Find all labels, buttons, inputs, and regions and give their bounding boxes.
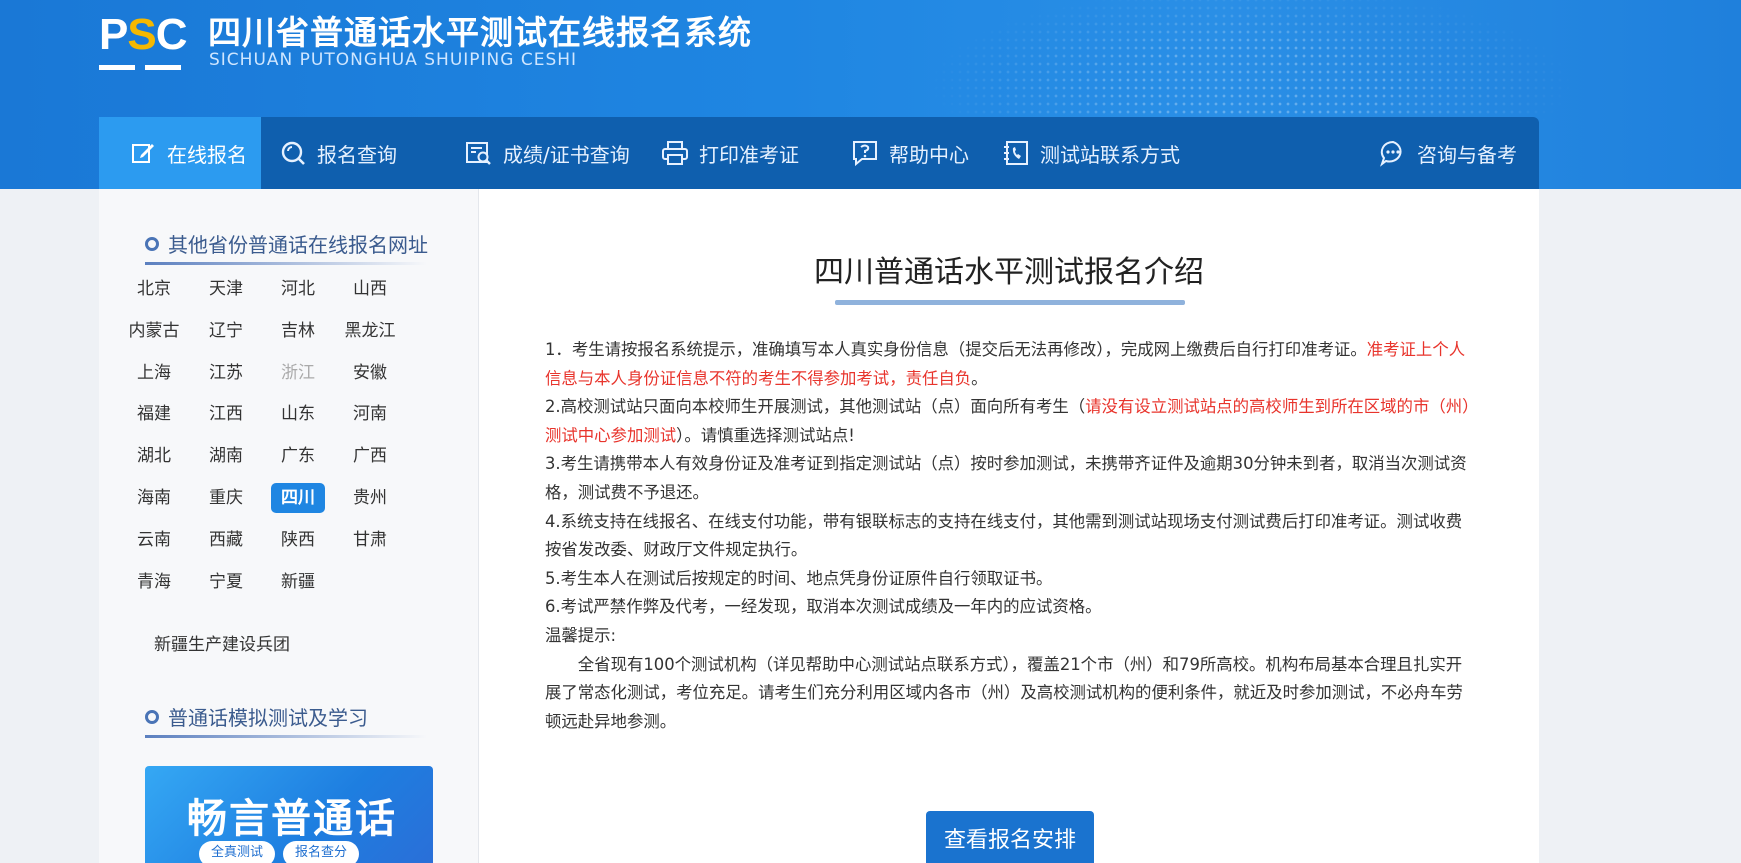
province-link[interactable]: 西藏 <box>199 525 253 555</box>
view-registration-schedule-button[interactable]: 查看报名安排 <box>926 811 1094 863</box>
circle-bullet-icon <box>145 236 159 251</box>
province-link[interactable]: 河南 <box>343 399 397 429</box>
province-link[interactable]: 黑龙江 <box>343 316 397 346</box>
notice-item-2: 2.高校测试站只面向本校师生开展测试，其他测试站（点）面向所有考生（请没有设立测… <box>545 397 1471 445</box>
province-link[interactable]: 吉林 <box>271 316 325 346</box>
main-nav: 在线报名 报名查询 成绩/证书查询 打印准考证 帮助中心 测试站联系方式 咨询与… <box>99 117 1539 189</box>
province-link[interactable]: 福建 <box>127 399 181 429</box>
banner-mock-test-button[interactable]: 全真测试 <box>199 841 276 863</box>
province-link[interactable]: 甘肃 <box>343 525 397 555</box>
provinces-heading: 其他省份普通话在线报名网址 <box>145 229 428 258</box>
province-link[interactable]: 上海 <box>127 358 181 388</box>
printer-icon <box>662 141 688 165</box>
nav-score-certificate-query[interactable]: 成绩/证书查询 <box>465 117 630 189</box>
province-link[interactable]: 江西 <box>199 399 253 429</box>
help-icon <box>853 141 877 167</box>
province-link[interactable]: 河北 <box>271 274 325 304</box>
province-link[interactable]: 广西 <box>343 441 397 471</box>
nav-label: 帮助中心 <box>889 142 969 167</box>
certificate-search-icon <box>466 142 491 165</box>
chat-icon <box>1380 140 1402 167</box>
province-link[interactable]: 山东 <box>271 399 325 429</box>
province-link[interactable]: 内蒙古 <box>127 316 181 346</box>
province-link[interactable]: 安徽 <box>343 358 397 388</box>
banner-title: 畅言普通话 <box>187 796 397 842</box>
notice-item-1: 1．考生请按报名系统提示，准确填写本人真实身份信息（提交后无法再修改），完成网上… <box>545 340 1466 388</box>
study-heading: 普通话模拟测试及学习 <box>145 702 368 731</box>
main-content-panel: 其他省份普通话在线报名网址 北京 天津 河北 山西内蒙古 辽宁 吉林 黑龙江上海 江苏 浙江 安徽… <box>99 189 1539 863</box>
province-link[interactable]: 北京 <box>127 274 181 304</box>
province-link[interactable]: 辽宁 <box>199 316 253 346</box>
notice-text: 1．考生请按报名系统提示，准确填写本人真实身份信息（提交后无法再修改），完成网上… <box>545 336 1475 736</box>
nav-test-station-contacts[interactable]: 测试站联系方式 <box>1002 117 1180 189</box>
nav-label: 测试站联系方式 <box>1040 142 1180 167</box>
site-subtitle: SICHUAN PUTONGHUA SHUIPING CESHI <box>209 50 578 70</box>
nav-label: 咨询与备考 <box>1417 142 1517 167</box>
heading-underline <box>145 735 427 738</box>
logo-text: PSC <box>99 10 187 59</box>
province-link[interactable]: 青海 <box>127 567 181 597</box>
nav-online-registration[interactable]: 在线报名 <box>99 117 261 189</box>
changyan-putonghua-banner[interactable]: 畅言普通话 全真测试 报名查分 <box>145 766 433 863</box>
province-link[interactable]: 湖南 <box>199 441 253 471</box>
notice-item-4: 4.系统支持在线报名、在线支付功能，带有银联标志的支持在线支付，其他需到测试站现… <box>545 511 1463 560</box>
nav-consult-and-prep[interactable]: 咨询与备考 <box>1379 117 1517 189</box>
sidebar: 其他省份普通话在线报名网址 北京 天津 河北 山西内蒙古 辽宁 吉林 黑龙江上海 江苏 浙江 安徽… <box>99 189 479 863</box>
province-link[interactable]: 宁夏 <box>199 567 253 597</box>
province-link[interactable]: 新疆生产建设兵团 <box>154 630 290 655</box>
nav-registration-query[interactable]: 报名查询 <box>279 117 397 189</box>
province-link[interactable]: 重庆 <box>199 483 253 513</box>
province-link[interactable]: 四川 <box>271 483 325 513</box>
notice-item-6: 6.考试严禁作弊及代考，一经发现，取消本次测试成绩及一年内的应试资格。 <box>545 597 1102 617</box>
province-link[interactable]: 贵州 <box>343 483 397 513</box>
psc-logo: PSC <box>99 10 187 70</box>
notice-item-3: 3.考生请携带本人有效身份证及准考证到指定测试站（点）按时参加测试，未携带齐证件… <box>545 454 1467 502</box>
site-header: PSC 四川省普通话水平测试在线报名系统 SICHUAN PUTONGHUA S… <box>0 0 1741 189</box>
province-link[interactable]: 云南 <box>127 525 181 555</box>
province-link[interactable]: 天津 <box>199 274 253 304</box>
province-link[interactable]: 广东 <box>271 441 325 471</box>
title-underline <box>835 300 1185 305</box>
site-title: 四川省普通话水平测试在线报名系统 <box>208 13 752 52</box>
page-title: 四川普通话水平测试报名介绍 <box>814 255 1204 290</box>
edit-icon <box>132 144 154 163</box>
province-link[interactable]: 新疆 <box>271 567 325 597</box>
notice-item-5: 5.考生本人在测试后按规定的时间、地点凭身份证原件自行领取证书。 <box>545 568 1053 588</box>
nav-label: 打印准考证 <box>699 142 799 167</box>
province-link[interactable]: 浙江 <box>271 358 325 388</box>
nav-label: 在线报名 <box>167 142 247 167</box>
tip-text: 全省现有100个测试机构（详见帮助中心测试站点联系方式），覆盖21个市（州）和7… <box>545 654 1463 731</box>
heading-underline <box>145 262 427 265</box>
banner-score-query-button[interactable]: 报名查分 <box>283 841 360 863</box>
search-icon <box>281 141 305 165</box>
province-link[interactable]: 陕西 <box>271 525 325 555</box>
nav-help-center[interactable]: 帮助中心 <box>851 117 969 189</box>
tip-label: 温馨提示: <box>545 625 617 645</box>
province-link[interactable]: 湖北 <box>127 441 181 471</box>
nav-label: 成绩/证书查询 <box>503 142 630 167</box>
province-link[interactable]: 江苏 <box>199 358 253 388</box>
circle-bullet-icon <box>145 709 159 724</box>
province-link[interactable]: 山西 <box>343 274 397 304</box>
province-link[interactable]: 海南 <box>127 483 181 513</box>
nav-label: 报名查询 <box>317 142 397 167</box>
nav-print-admission-ticket[interactable]: 打印准考证 <box>661 117 799 189</box>
contact-icon <box>1004 141 1028 165</box>
